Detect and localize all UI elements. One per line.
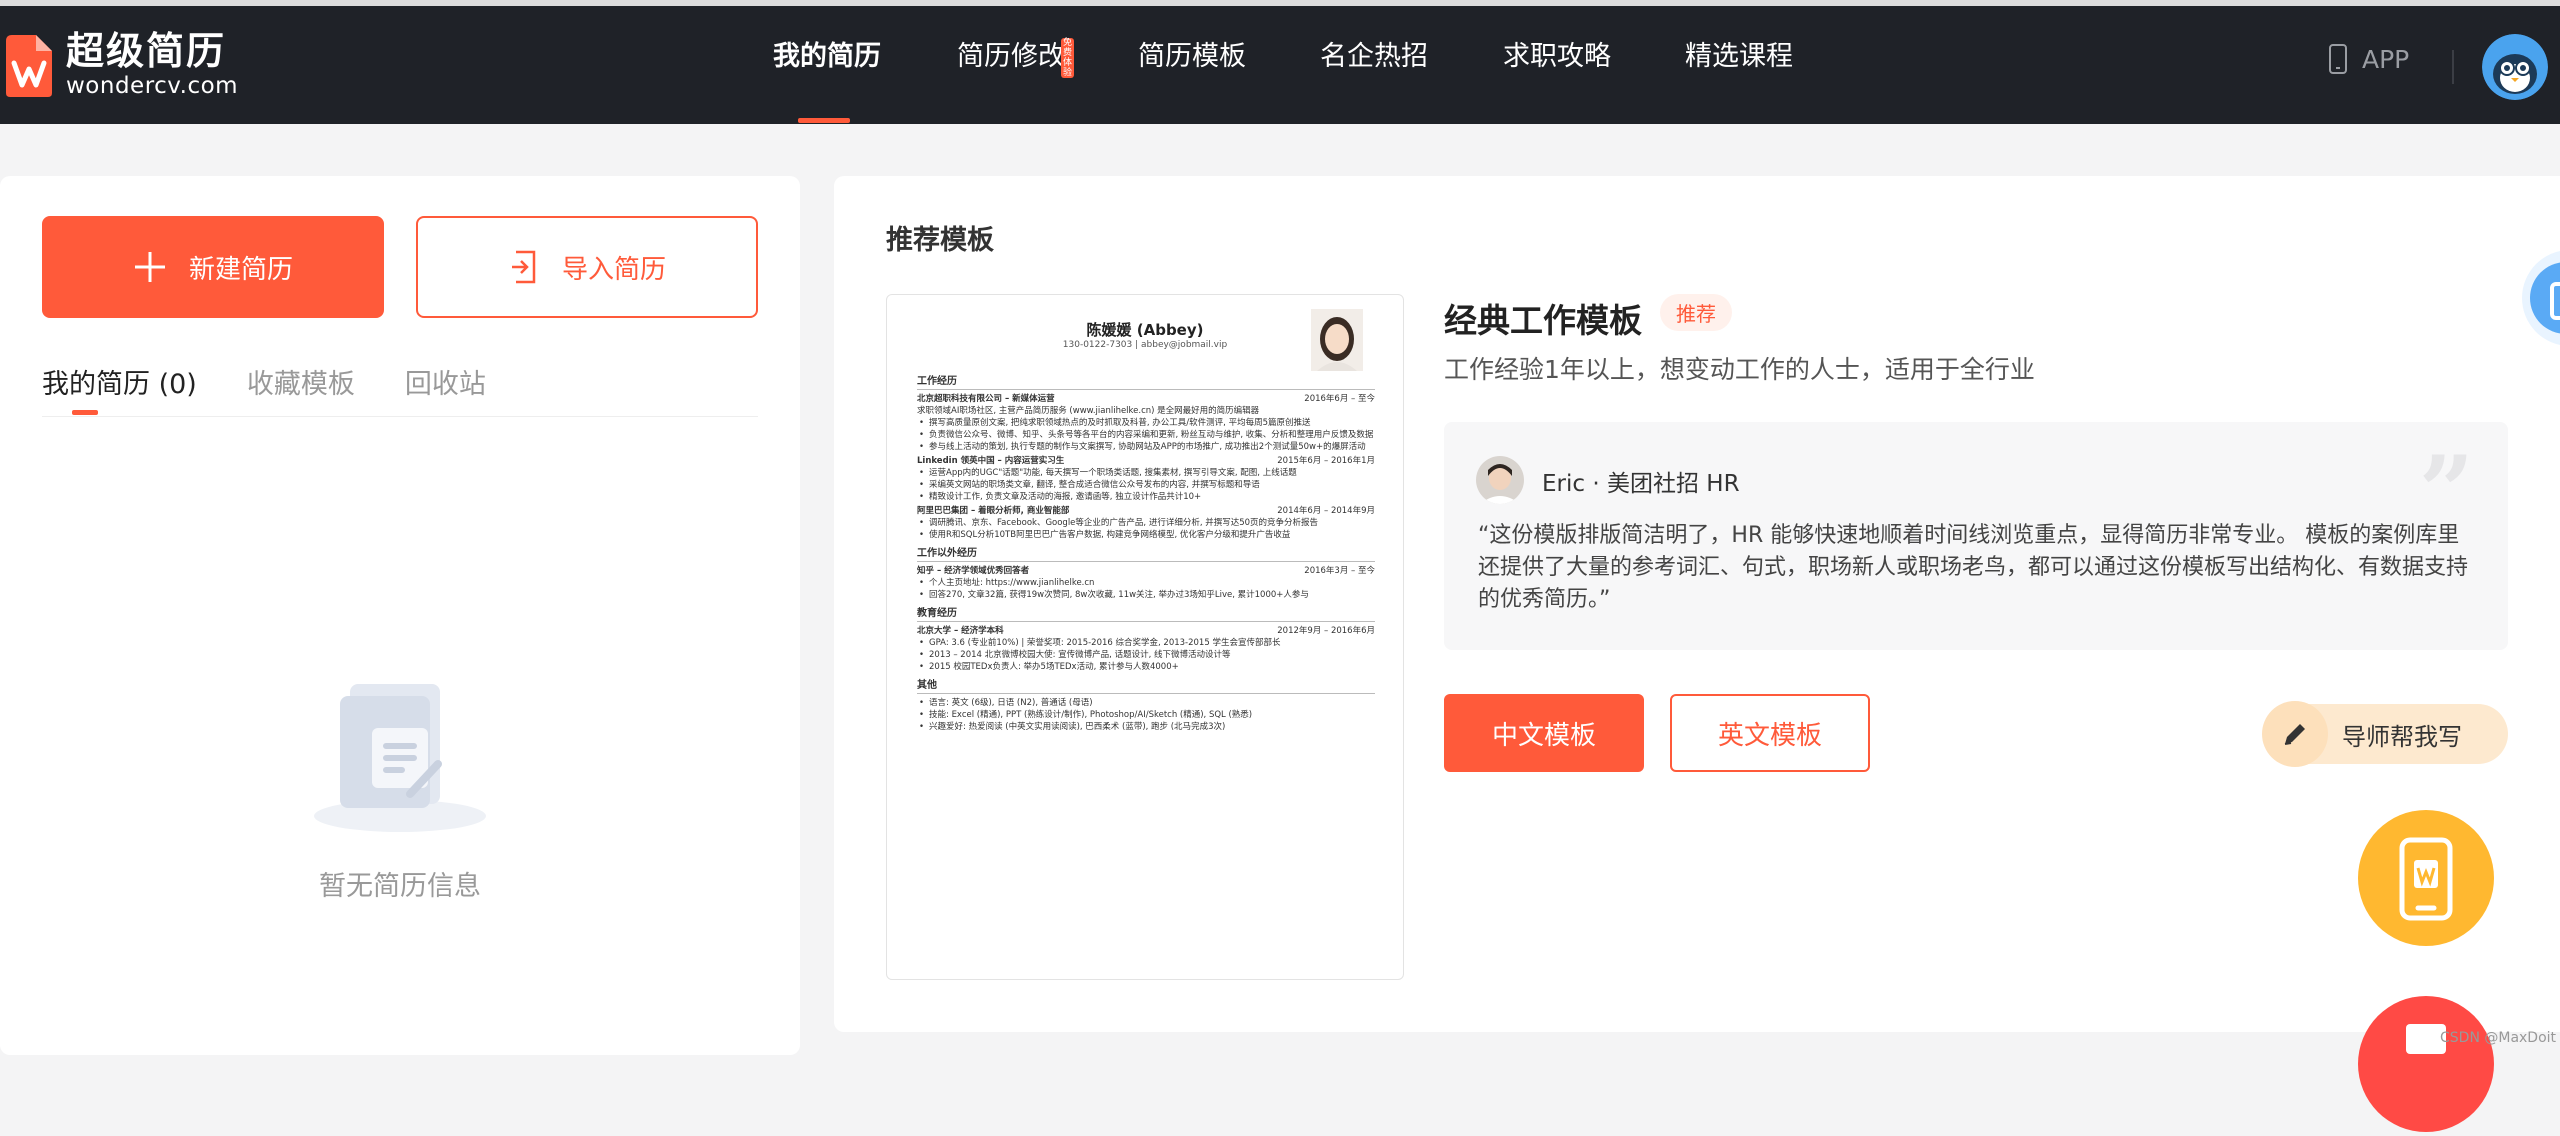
brand-name: 超级简历 [66,29,227,73]
preview-entry-org: 北京大学 – 经济学本科 [917,626,1004,636]
phone-app-icon [2399,837,2453,921]
top-navbar: 超级简历 wondercv.com 我的简历 简历修改 免费体验 简历模板 名企… [0,6,2560,124]
plus-icon [134,252,165,282]
reviewer-name: Eric · 美团社招 HR [1542,471,1740,497]
preview-bullet-line: 兴趣爱好: 热爱阅读 (中英文实用读阅读), 巴西柔术 (蓝带), 跑步 (北马… [917,722,1375,733]
preview-bullet-line: 回答270, 文章32篇, 获得19w次赞同, 8w次收藏, 11w关注, 举办… [917,590,1375,601]
preview-section-title: 其他 [917,680,1375,694]
preview-entry-header: 阿里巴巴集团 – 着眼分析师, 商业智能部 2014年6月 – 2014年9月 [917,506,1375,517]
nav-resume-edit[interactable]: 简历修改 [957,34,1065,73]
import-resume-label: 导入简历 [561,254,666,285]
preview-bullet-line: GPA: 3.6 (专业前10%) | 荣誉奖项: 2015-2016 综合奖学… [917,638,1375,649]
template-title: 经典工作模板 [1444,301,1642,340]
side-tools-icon [2530,262,2560,334]
recommended-template-panel: 推荐模板 陈媛媛 (Abbey) 130-0122-7303 | abbey@j… [834,176,2560,1032]
app-label: APP [2362,44,2410,74]
nav-resume-templates[interactable]: 简历模板 [1138,34,1246,73]
preview-entry-date: 2015年6月 – 2016年1月 [1277,456,1375,466]
nav-my-resume[interactable]: 我的简历 [773,34,881,73]
hr-review-card: Eric · 美团社招 HR ” “这份模版排版简洁明了，HR 能够快速地顺着时… [1444,422,2508,650]
resume-template-preview[interactable]: 陈媛媛 (Abbey) 130-0122-7303 | abbey@jobmai… [886,294,1404,980]
red-float-button[interactable] [2358,996,2494,1132]
preview-bullet-line: 个人主页地址: https://www.jianlihelke.cn [917,578,1375,589]
preview-entry-header: 知乎 – 经济学领域优秀回答者 2016年3月 – 至今 [917,566,1375,577]
chinese-template-button[interactable]: 中文模板 [1444,694,1644,772]
watermark: CSDN @MaxDoit [2440,1030,2557,1046]
tab-my-resumes[interactable]: 我的简历 (0) [42,362,197,401]
preview-entry-header: 北京超职科技有限公司 – 新媒体运营 2016年6月 – 至今 [917,394,1375,405]
preview-bullet-line: 采编英文网站的职场类文章, 翻译, 整合成适合微信公众号发布的内容, 并撰写标题… [917,480,1375,491]
wondercv-logo-icon [2,31,56,99]
brand-domain: wondercv.com [66,73,239,99]
nav-job-guide[interactable]: 求职攻略 [1503,34,1611,73]
preview-entry-org: 知乎 – 经济学领域优秀回答者 [917,566,1030,576]
template-description: 工作经验1年以上，想变动工作的人士，适用于全行业 [1444,355,2035,384]
preview-bullet-line: 运营App内的UGC"话题"功能, 每天撰写一个职场类话题, 搜集素材, 撰写引… [917,468,1375,479]
nav-active-indicator [798,118,850,123]
preview-bullet-line: 使用R和SQL分析10TB阿里巴巴广告客户数据, 构建竞争网络模型, 优化客户分… [917,530,1375,541]
preview-entry-header: Linkedin 领英中国 – 内容运营实习生 2015年6月 – 2016年1月 [917,456,1375,467]
tab-recycle-bin[interactable]: 回收站 [405,362,486,401]
preview-bullet-line: 2015 校园TEDx负责人: 举办5场TEDx活动, 累计参与人数4000+ [917,662,1375,673]
preview-entry-date: 2012年9月 – 2016年6月 [1277,626,1375,636]
preview-entry-org: 阿里巴巴集团 – 着眼分析师, 商业智能部 [917,506,1070,516]
preview-photo [1311,309,1363,371]
preview-bullet-line: 语言: 英文 (6级), 日语 (N2), 普通话 (母语) [917,698,1375,709]
tab-favorite-templates[interactable]: 收藏模板 [247,362,355,401]
nav-hot-jobs[interactable]: 名企热招 [1320,34,1428,73]
section-title: 推荐模板 [886,225,994,256]
recommended-badge: 推荐 [1660,294,1732,331]
my-resumes-panel: 新建简历 导入简历 我的简历 (0) 收藏模板 回收站 暂无简历信息 [0,176,800,1055]
review-text: “这份模版排版简洁明了，HR 能够快速地顺着时间线浏览重点，显得简历非常专业。 … [1478,523,2469,612]
tabs-divider [42,416,758,417]
preview-entry-date: 2016年6月 – 至今 [1304,394,1375,404]
preview-section-title: 教育经历 [917,608,1375,622]
preview-entry-org: Linkedin 领英中国 – 内容运营实习生 [917,456,1065,466]
preview-bullet-line: 负责微信公众号、微博、知乎、头条号等各平台的内容采编和更新, 粉丝互动与维护, … [917,430,1375,441]
import-resume-button[interactable]: 导入简历 [416,216,758,318]
reviewer-avatar [1476,456,1524,504]
mobile-phone-icon [2329,44,2347,74]
pen-icon [2262,701,2328,767]
resume-tabs: 我的简历 (0) 收藏模板 回收站 [42,362,536,401]
preview-bullet-line: 撰写高质量原创文案, 把纯求职领域热点的及时抓取及科普, 办公工具/软件测评, … [917,418,1375,429]
app-download-link[interactable]: APP [2328,44,2409,74]
preview-bullet-line: 调研腾讯、京东、Facebook、Google等企业的广告产品, 进行详细分析,… [917,518,1375,529]
preview-entry-header: 北京大学 – 经济学本科 2012年9月 – 2016年6月 [917,626,1375,637]
preview-section-title: 工作以外经历 [917,548,1375,562]
empty-state-illustration [310,666,490,836]
preview-bullet-line: 技能: Excel (精通), PPT (熟练设计/制作), Photoshop… [917,710,1375,721]
english-template-button[interactable]: 英文模板 [1670,694,1870,772]
nav-courses[interactable]: 精选课程 [1685,34,1793,73]
mentor-help-button[interactable]: 导师帮我写 [2262,701,2508,767]
empty-state-text: 暂无简历信息 [319,871,481,902]
brand-logo[interactable]: 超级简历 wondercv.com [2,30,238,100]
preview-bullet-line: 求职领域AI职场社区, 主营产品简历服务 (www.jianlihelke.cn… [917,406,1260,416]
preview-bullet-line: 参与线上活动的策划, 执行专题的制作与文案撰写, 协助网站及APP的市场推广, … [917,442,1375,453]
preview-body: 工作经历北京超职科技有限公司 – 新媒体运营 2016年6月 – 至今求职领域AI… [917,369,1375,734]
user-avatar[interactable] [2482,34,2548,100]
preview-bullet-line: 精致设计工作, 负责文章及活动的海报, 邀请函等, 独立设计作品共计10+ [917,492,1375,503]
import-icon [511,250,536,284]
preview-section-title: 工作经历 [917,376,1375,390]
preview-bullet-line: 2013 – 2014 北京微博校园大使: 宣传微博产品, 话题设计, 线下微博… [917,650,1375,661]
preview-entry-org: 北京超职科技有限公司 – 新媒体运营 [917,394,1055,404]
new-resume-button[interactable]: 新建简历 [42,216,384,318]
header-divider [2452,50,2454,84]
tab-active-indicator [72,410,98,415]
new-resume-label: 新建简历 [188,254,293,285]
nav-free-badge: 免费体验 [1061,38,1075,78]
document-icon [2406,1024,2446,1054]
preview-entry-date: 2014年6月 – 2014年9月 [1277,506,1375,516]
mobile-app-float-button[interactable] [2358,810,2494,946]
preview-entry-date: 2016年3月 – 至今 [1304,566,1375,576]
mentor-help-label: 导师帮我写 [2342,722,2462,751]
